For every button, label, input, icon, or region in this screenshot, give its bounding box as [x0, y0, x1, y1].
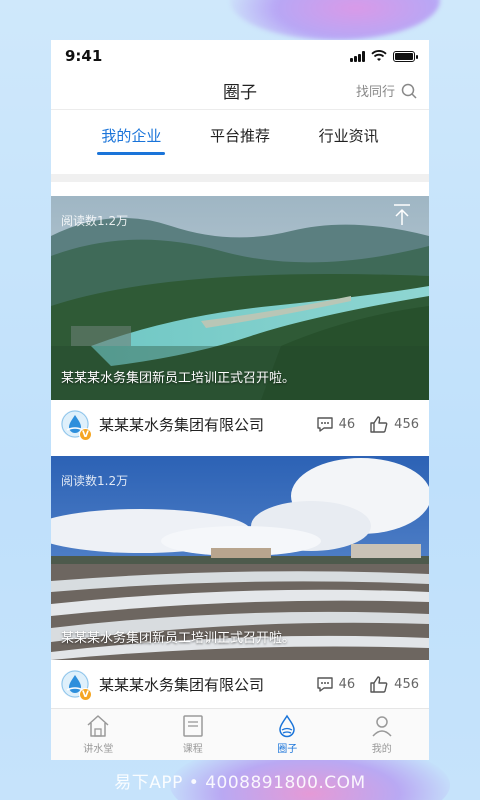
card-caption: 某某某水务集团新员工培训正式召开啦。 [61, 631, 296, 646]
tab-platform-recommend[interactable]: 平台推荐 [210, 125, 270, 150]
tab-bar-item-circle[interactable]: 圈子 [257, 714, 317, 755]
verified-badge: V [79, 428, 92, 441]
company-name[interactable]: 某某某水务集团有限公司 [99, 414, 302, 435]
status-bar: 9:41 [51, 40, 429, 72]
house-icon [87, 715, 109, 737]
water-drop-icon [279, 714, 296, 738]
tab-bar-label: 课程 [182, 744, 203, 755]
battery-icon [393, 50, 418, 62]
tab-bar-item-lecture-hall[interactable]: 讲水堂 [68, 714, 128, 755]
book-icon [183, 715, 203, 737]
feed-list: 阅读数1.2万 某某某水务集团新员工培训正式召开啦。 V 某某某水务集团有限公司… [51, 182, 429, 708]
comment-icon [316, 676, 333, 692]
bottom-tab-bar: 讲水堂 课程 圈子 我的 [51, 708, 429, 760]
tab-my-company[interactable]: 我的企业 [97, 125, 166, 155]
comment-button[interactable]: 46 [316, 416, 356, 433]
watermark-text: 易下APP • 4008891800.COM [114, 773, 366, 793]
card-caption: 某某某水务集团新员工培训正式召开啦。 [61, 371, 296, 386]
card-footer: V 某某某水务集团有限公司 46 456 [51, 400, 429, 448]
comment-count: 46 [338, 416, 356, 432]
find-peer-label: 找同行 [355, 85, 395, 100]
like-button[interactable]: 456 [369, 675, 419, 694]
pin-top-icon[interactable] [393, 204, 411, 226]
thumbs-up-icon [370, 675, 388, 693]
status-time: 9:41 [65, 47, 103, 65]
decorative-blob-top [230, 0, 440, 40]
tab-bar-item-courses[interactable]: 课程 [163, 714, 223, 755]
avatar[interactable]: V [61, 410, 92, 441]
comment-icon [316, 416, 333, 432]
person-icon [372, 716, 392, 737]
search-icon [401, 83, 417, 99]
like-button[interactable]: 456 [369, 415, 419, 434]
section-divider [51, 174, 429, 182]
card-image-river-valley[interactable]: 阅读数1.2万 某某某水务集团新员工培训正式召开啦。 [51, 196, 429, 400]
tab-bar-label: 讲水堂 [83, 744, 114, 755]
verified-badge: V [79, 688, 92, 701]
tab-bar-item-mine[interactable]: 我的 [352, 714, 412, 755]
like-count: 456 [394, 416, 419, 432]
feed-card[interactable]: 阅读数1.2万 某某某水务集团新员工培训正式召开啦。 V 某某某水务集团有限公司 [51, 456, 429, 708]
phone-screen: 9:41 圈子 找同行 我的企业 平台推荐 行业资讯 阅读数1.2万 某某某水务… [51, 40, 429, 760]
card-image-salt-flats[interactable]: 阅读数1.2万 某某某水务集团新员工培训正式召开啦。 [51, 456, 429, 660]
nav-bar: 圈子 找同行 [51, 72, 429, 110]
avatar[interactable]: V [61, 670, 92, 701]
read-count: 阅读数1.2万 [61, 474, 129, 488]
status-icons [350, 50, 418, 62]
category-tabs: 我的企业 平台推荐 行业资讯 [51, 110, 429, 164]
tab-bar-label: 圈子 [277, 744, 298, 755]
company-name[interactable]: 某某某水务集团有限公司 [99, 674, 302, 695]
comment-count: 46 [338, 676, 356, 692]
wifi-icon [371, 50, 387, 61]
read-count: 阅读数1.2万 [61, 214, 129, 228]
comment-button[interactable]: 46 [316, 676, 356, 693]
thumbs-up-icon [370, 415, 388, 433]
tab-industry-news[interactable]: 行业资讯 [319, 125, 379, 150]
feed-card[interactable]: 阅读数1.2万 某某某水务集团新员工培训正式召开啦。 V 某某某水务集团有限公司… [51, 196, 429, 448]
find-peer-button[interactable]: 找同行 [356, 81, 417, 100]
page-title: 圈子 [223, 83, 257, 103]
like-count: 456 [394, 676, 419, 692]
tab-bar-label: 我的 [371, 744, 392, 755]
card-footer: V 某某某水务集团有限公司 46 456 [51, 660, 429, 708]
signal-icon [350, 50, 365, 62]
